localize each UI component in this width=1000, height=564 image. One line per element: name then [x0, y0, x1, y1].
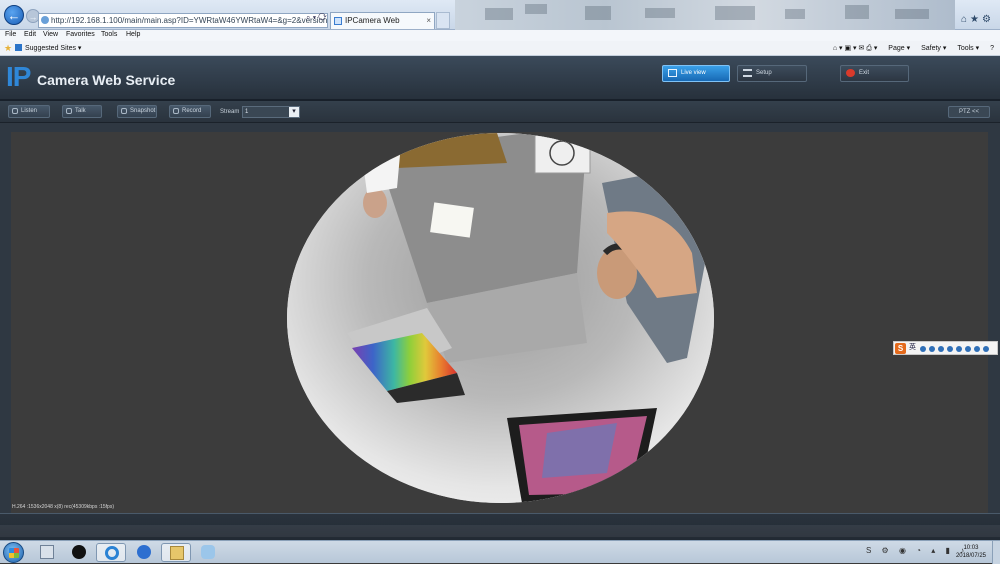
app-footer [0, 513, 1000, 540]
browser-toolbar: ← → http://192.168.1.100/main/main.asp?I… [0, 0, 1000, 30]
windows-logo-icon [9, 548, 19, 558]
stream-value: 1 [245, 109, 249, 115]
fisheye-video-feed[interactable] [287, 133, 714, 503]
list-icon [743, 69, 752, 77]
taskbar-qq[interactable] [64, 543, 94, 562]
ime-toolbar[interactable]: S 英 [893, 341, 998, 355]
tab-close-icon[interactable]: × [426, 13, 431, 28]
monitor-icon [668, 69, 677, 77]
show-desktop-button[interactable] [992, 541, 1000, 564]
chevron-down-icon[interactable]: ▾ [289, 107, 299, 117]
record-button[interactable]: Record [169, 105, 211, 118]
qq-penguin-icon [72, 545, 86, 559]
footer-highlight [0, 525, 1000, 537]
person-head-left [363, 188, 387, 218]
suggested-sites-label: Suggested Sites ▾ [25, 45, 82, 52]
logo-text: Camera Web Service [37, 72, 176, 88]
cmd-help[interactable]: ? [990, 45, 994, 52]
ime-mode[interactable]: 英 [909, 342, 916, 354]
stream-label: Stream [220, 109, 240, 115]
clock[interactable]: 10:03 2018/07/25 [956, 544, 986, 560]
clock-date: 2018/07/25 [955, 553, 986, 559]
suggested-sites-link[interactable]: Suggested Sites ▾ [15, 44, 81, 52]
live-toolbar: Listen Talk Snapshot Record Stream 1 ▾ P… [0, 101, 1000, 123]
menu-bar: File Edit View Favorites Tools Help [0, 30, 1000, 41]
cmd-page[interactable]: Page ▾ [888, 45, 910, 52]
folder-icon [170, 546, 184, 560]
tab-title: IPCamera Web [345, 16, 400, 25]
taskbar-app[interactable] [129, 543, 159, 562]
system-tray: S ⚙ ◉ ◔ ▴ ▮ ♪ 10:03 2018/07/25 [860, 541, 1000, 564]
app-header: IP Camera Web Service Live view Setup Ex… [0, 56, 1000, 101]
cmd-safety[interactable]: Safety ▾ [921, 45, 946, 52]
calculator-icon [40, 545, 54, 559]
app-globe-icon [137, 545, 151, 559]
menu-tools[interactable]: Tools [101, 31, 117, 38]
record-icon [173, 108, 179, 114]
snapshot-label: Snapshot [130, 108, 156, 114]
browser-right-icons[interactable]: ⌂★⚙ [961, 14, 994, 25]
live-view-label: Live view [681, 70, 706, 76]
taskbar-calculator[interactable] [32, 543, 62, 562]
taskbar-app-2[interactable] [193, 543, 223, 562]
address-buttons[interactable]: ⌕ ▾ ⟳ [306, 13, 327, 23]
command-bar: ⌂ ▾ ▣ ▾ ✉ ⎙ ▾ Page ▾ Safety ▾ Tools ▾ ? [824, 44, 994, 53]
cmd-icons[interactable]: ⌂ ▾ ▣ ▾ ✉ ⎙ ▾ [833, 45, 878, 52]
taskbar-internet-explorer[interactable] [96, 543, 126, 562]
snapshot-button[interactable]: Snapshot [117, 105, 157, 118]
page-icon [41, 16, 49, 24]
ime-icons[interactable] [920, 345, 992, 357]
exit-label: Exit [859, 70, 870, 76]
ptz-toggle-button[interactable]: PTZ << [948, 106, 990, 118]
live-view-button[interactable]: Live view [662, 65, 730, 82]
internet-explorer-icon [105, 546, 119, 560]
taskbar-explorer[interactable] [161, 543, 191, 562]
listen-label: Listen [21, 108, 38, 114]
start-button[interactable] [3, 542, 24, 563]
power-icon [846, 69, 855, 77]
favorites-bar: ★ Suggested Sites ▾ ⌂ ▾ ▣ ▾ ✉ ⎙ ▾ Page ▾… [0, 41, 1000, 56]
clock-time: 10:03 [963, 545, 979, 551]
camera-icon [121, 108, 127, 114]
address-url: http://192.168.1.100/main/main.asp?ID=YW… [51, 16, 328, 25]
talk-label: Talk [75, 108, 86, 114]
sogou-icon[interactable]: S [895, 343, 906, 354]
new-tab-button[interactable] [436, 12, 450, 29]
microphone-icon [66, 108, 72, 114]
bing-icon [15, 44, 22, 51]
logo-mark: IP [6, 61, 31, 92]
menu-edit[interactable]: Edit [24, 31, 36, 38]
headphones-icon [12, 108, 18, 114]
ceiling-light [430, 202, 474, 238]
windows-taskbar: S ⚙ ◉ ◔ ▴ ▮ ♪ 10:03 2018/07/25 [0, 540, 1000, 564]
menu-file[interactable]: File [5, 31, 16, 38]
background-window-blur [455, 0, 955, 30]
cmd-tools[interactable]: Tools ▾ [957, 45, 979, 52]
stream-select[interactable]: 1 ▾ [242, 106, 300, 118]
setup-label: Setup [756, 70, 772, 76]
tab-ipcamera[interactable]: IPCamera Web × [330, 12, 435, 29]
favorites-star-icon[interactable]: ★ [4, 43, 12, 54]
exit-button[interactable]: Exit [840, 65, 909, 82]
talk-button[interactable]: Talk [62, 105, 102, 118]
menu-view[interactable]: View [43, 31, 58, 38]
record-label: Record [182, 108, 202, 114]
listen-button[interactable]: Listen [8, 105, 50, 118]
tab-favicon-icon [334, 17, 342, 25]
app-icon [201, 545, 215, 559]
setup-button[interactable]: Setup [737, 65, 807, 82]
menu-help[interactable]: Help [126, 31, 140, 38]
tray-icons[interactable]: S ⚙ ◉ ◔ ▴ ▮ ♪ [866, 546, 968, 555]
fisheye-scene [287, 133, 714, 503]
back-button[interactable]: ← [4, 5, 24, 25]
address-bar[interactable]: http://192.168.1.100/main/main.asp?ID=YW… [38, 13, 328, 28]
menu-favorites[interactable]: Favorites [66, 31, 95, 38]
stream-status-text: H.264 :1536x2048 x(8) rec(45309kbps :15f… [12, 504, 115, 510]
